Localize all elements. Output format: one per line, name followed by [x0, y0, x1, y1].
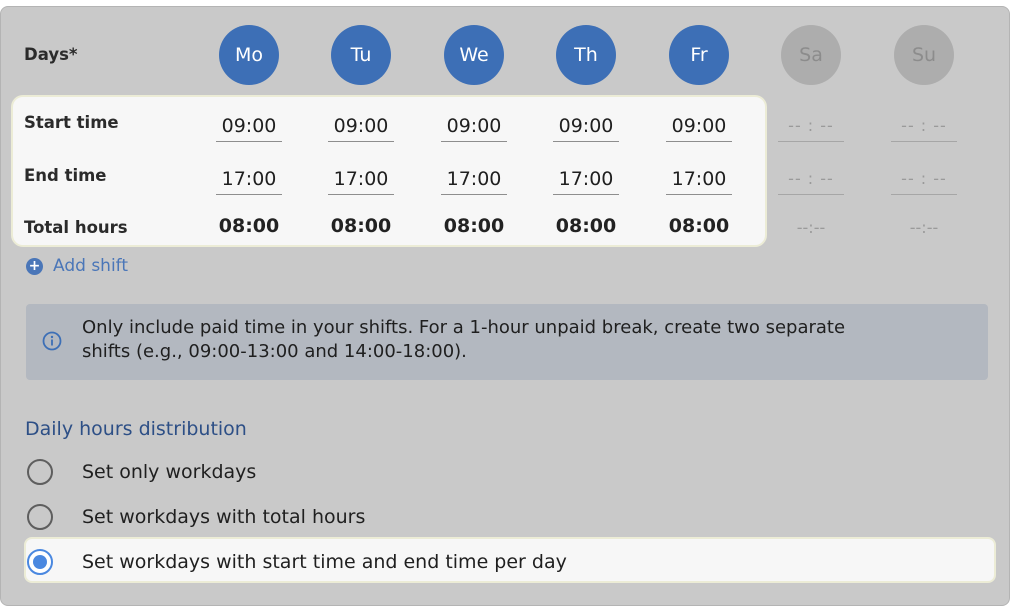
- start-time-label: Start time: [24, 113, 119, 132]
- start-time-saturday[interactable]: -- : --: [778, 111, 844, 142]
- option-workdays-total-hours[interactable]: Set workdays with total hours: [25, 497, 365, 537]
- option-workdays-start-end[interactable]: Set workdays with start time and end tim…: [25, 542, 567, 582]
- end-time-thursday[interactable]: 17:00: [553, 164, 619, 195]
- total-hours-tuesday: 08:00: [330, 215, 392, 237]
- total-hours-monday: 08:00: [218, 215, 280, 237]
- end-time-wednesday[interactable]: 17:00: [441, 164, 507, 195]
- option-label: Set workdays with start time and end tim…: [82, 551, 567, 573]
- option-label: Set workdays with total hours: [82, 506, 366, 528]
- end-time-tuesday[interactable]: 17:00: [328, 164, 394, 195]
- total-hours-wednesday: 08:00: [443, 215, 505, 237]
- day-toggle-monday[interactable]: Mo: [219, 25, 279, 85]
- info-line-1: Only include paid time in your shifts. F…: [82, 317, 846, 338]
- day-toggle-thursday[interactable]: Th: [556, 25, 616, 85]
- start-time-sunday[interactable]: -- : --: [891, 111, 957, 142]
- total-hours-thursday: 08:00: [555, 215, 617, 237]
- info-banner: Only include paid time in your shifts. F…: [26, 304, 988, 380]
- end-time-friday[interactable]: 17:00: [666, 164, 732, 195]
- total-hours-saturday: --:--: [796, 218, 826, 237]
- add-shift-label: Add shift: [53, 256, 129, 276]
- start-time-monday[interactable]: 09:00: [216, 111, 282, 142]
- radio-button[interactable]: [27, 459, 53, 485]
- distribution-title: Daily hours distribution: [25, 418, 247, 440]
- days-label: Days*: [24, 45, 78, 64]
- start-time-tuesday[interactable]: 09:00: [328, 111, 394, 142]
- day-toggle-friday[interactable]: Fr: [669, 25, 729, 85]
- end-time-sunday[interactable]: -- : --: [891, 164, 957, 195]
- end-time-saturday[interactable]: -- : --: [778, 164, 844, 195]
- start-time-wednesday[interactable]: 09:00: [441, 111, 507, 142]
- end-time-monday[interactable]: 17:00: [216, 164, 282, 195]
- info-icon: [42, 331, 62, 351]
- total-hours-label: Total hours: [24, 218, 128, 237]
- radio-button-selected[interactable]: [27, 549, 53, 575]
- option-only-workdays[interactable]: Set only workdays: [25, 452, 256, 492]
- day-toggle-sunday[interactable]: Su: [894, 25, 954, 85]
- radio-button[interactable]: [27, 504, 53, 530]
- start-time-friday[interactable]: 09:00: [666, 111, 732, 142]
- option-label: Set only workdays: [82, 461, 257, 483]
- end-time-label: End time: [24, 166, 107, 185]
- radio-dot: [33, 555, 47, 569]
- info-text: Only include paid time in your shifts. F…: [82, 316, 962, 364]
- start-time-thursday[interactable]: 09:00: [553, 111, 619, 142]
- total-hours-sunday: --:--: [909, 218, 939, 237]
- add-shift-button[interactable]: + Add shift: [26, 256, 128, 276]
- plus-circle-icon: +: [26, 257, 43, 275]
- day-toggle-wednesday[interactable]: We: [444, 25, 504, 85]
- info-line-2: shifts (e.g., 09:00-13:00 and 14:00-18:0…: [82, 341, 467, 362]
- day-toggle-tuesday[interactable]: Tu: [331, 25, 391, 85]
- total-hours-friday: 08:00: [668, 215, 730, 237]
- day-toggle-saturday[interactable]: Sa: [781, 25, 841, 85]
